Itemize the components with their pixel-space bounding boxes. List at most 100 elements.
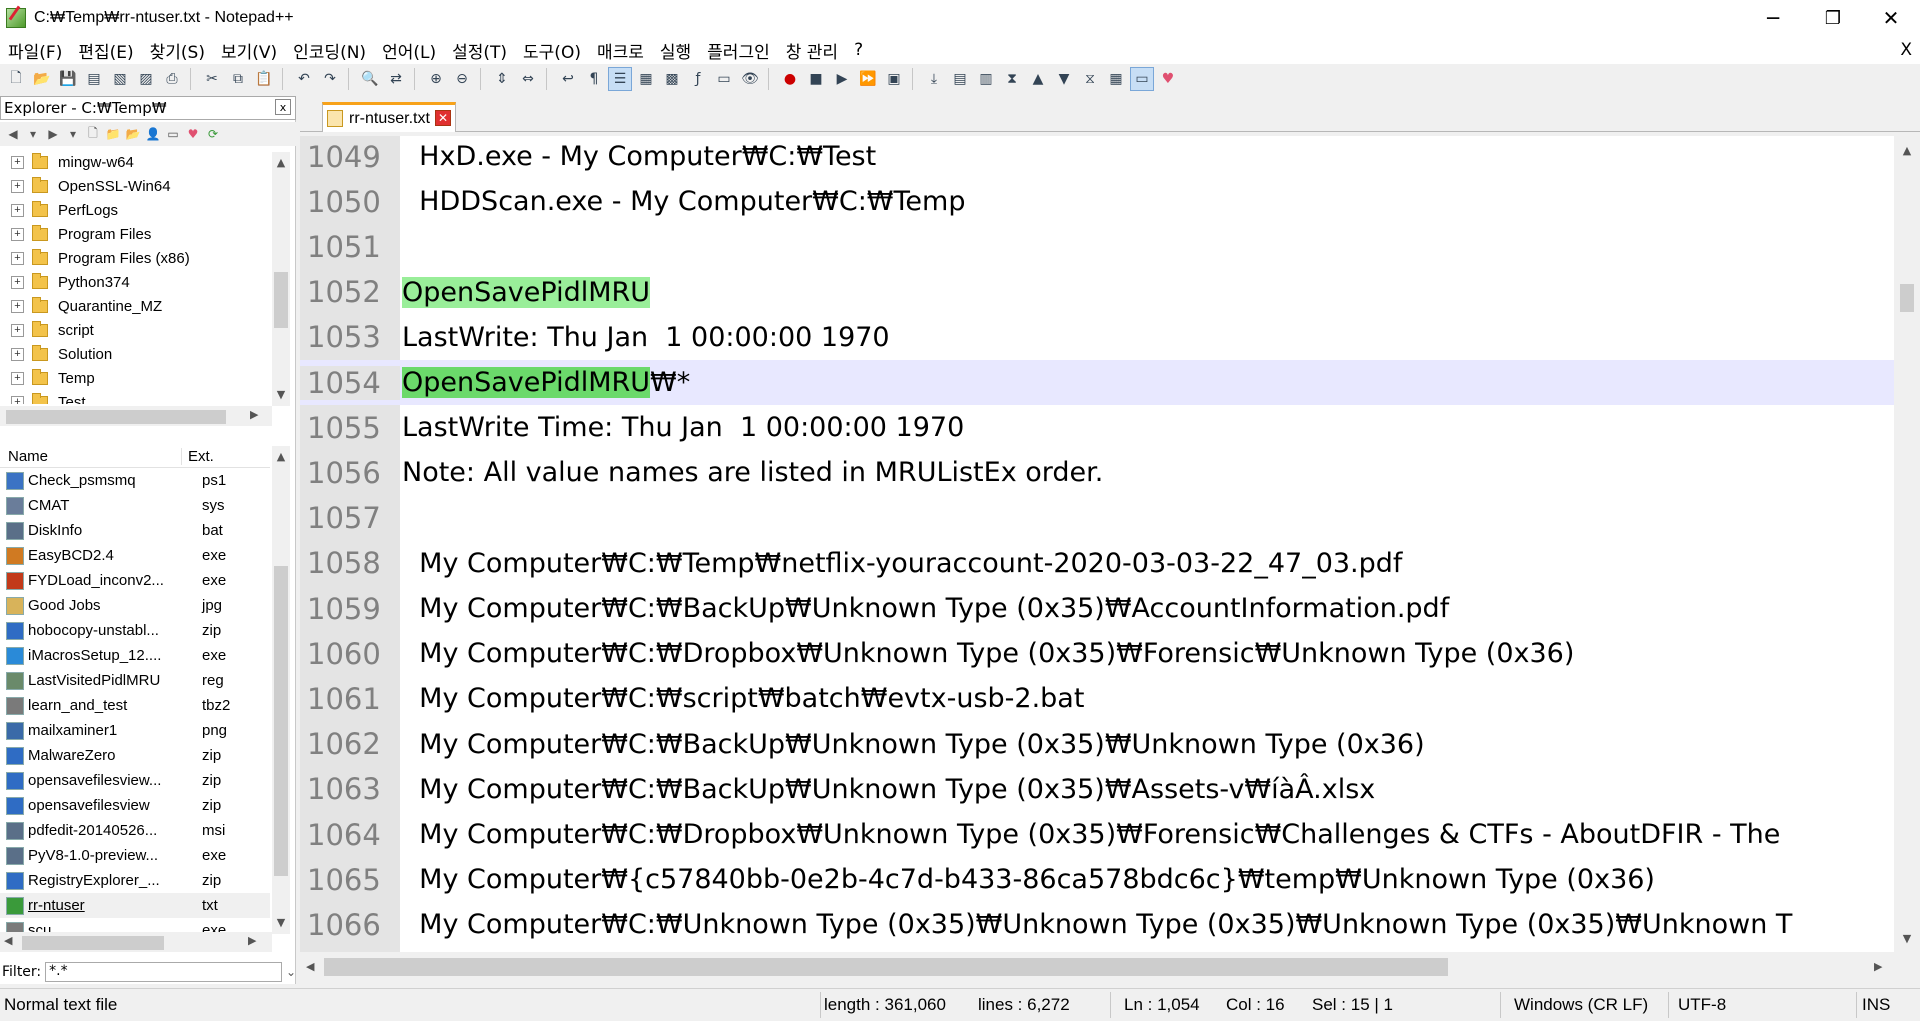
down-arrow-icon[interactable]: ▼ (1052, 67, 1076, 91)
file-list-item[interactable]: scu exe (0, 918, 270, 932)
editor-line[interactable]: 1059 My Computer₩C:₩BackUp₩Unknown Type … (300, 586, 1894, 631)
plugin-icon-5[interactable]: ⧖ (1078, 67, 1102, 91)
tree-item[interactable]: + Python374 (0, 270, 270, 294)
undo-icon[interactable]: ↶ (292, 67, 316, 91)
file-list-item[interactable]: iMacrosSetup_12.... exe (0, 643, 270, 668)
scrollbar-thumb[interactable] (274, 272, 288, 328)
filter-dropdown-icon[interactable]: ⌄ (286, 965, 296, 979)
file-list-item[interactable]: Good Jobs jpg (0, 593, 270, 618)
plugin-icon-2[interactable]: ▤ (948, 67, 972, 91)
file-list-item[interactable]: pdfedit-20140526... msi (0, 818, 270, 843)
up-arrow-icon[interactable]: ▲ (1026, 67, 1050, 91)
function-list-icon[interactable]: ƒ (686, 67, 710, 91)
filter-input[interactable]: *.* (45, 962, 282, 982)
expand-icon[interactable]: + (11, 251, 24, 265)
editor-line[interactable]: 1061 My Computer₩C:₩script₩batch₩evtx-us… (300, 676, 1894, 721)
editor-horizontal-scrollbar[interactable]: ◀ ▶ (300, 952, 1894, 982)
plugin-icon-1[interactable]: ⤓ (922, 67, 946, 91)
menu-file[interactable]: 파일(F) (0, 38, 70, 63)
tab-rr-ntuser[interactable]: rr-ntuser.txt ✕ (322, 102, 456, 132)
new-file-icon[interactable]: 🗋 (4, 67, 28, 91)
save-icon[interactable]: 💾 (56, 67, 80, 91)
tree-item[interactable]: + OpenSSL-Win64 (0, 174, 270, 198)
scroll-right-icon[interactable]: ▶ (1874, 960, 1882, 973)
file-list-item[interactable]: LastVisitedPidlMRU reg (0, 668, 270, 693)
save-macro-icon[interactable]: ▣ (882, 67, 906, 91)
editor-area[interactable]: 1049 HxD.exe - My Computer₩C:₩Test 1050 H… (300, 136, 1894, 952)
save-all-icon[interactable]: ▤ (82, 67, 106, 91)
editor-line[interactable]: 1052 OpenSavePidlMRU (300, 270, 1894, 315)
new-folder-icon[interactable]: 📁 (104, 125, 122, 143)
scroll-down-icon[interactable]: ▼ (272, 912, 290, 932)
file-list-item[interactable]: hobocopy-unstabl... zip (0, 618, 270, 643)
expand-icon[interactable]: + (11, 323, 24, 337)
column-ext[interactable]: Ext. (182, 448, 214, 465)
file-list-item[interactable]: EasyBCD2.4 exe (0, 543, 270, 568)
editor-line[interactable]: 1064 My Computer₩C:₩Dropbox₩Unknown Type… (300, 812, 1894, 857)
restore-button[interactable]: ❐ (1804, 0, 1862, 36)
tree-item[interactable]: + Program Files (0, 222, 270, 246)
file-list-item[interactable]: CMAT sys (0, 493, 270, 518)
file-list-horizontal-scrollbar[interactable]: ◀ ▶ (0, 932, 272, 952)
zoom-in-icon[interactable]: ⊕ (424, 67, 448, 91)
file-list-item[interactable]: Check_psmsmq ps1 (0, 468, 270, 493)
status-eol[interactable]: Windows (CR LF) (1514, 989, 1648, 1021)
editor-line[interactable]: 1050 HDDScan.exe - My Computer₩C:₩Temp (300, 179, 1894, 224)
word-wrap-icon[interactable]: ↩ (556, 67, 580, 91)
redo-icon[interactable]: ↷ (318, 67, 342, 91)
close-file-icon[interactable]: ▧ (108, 67, 132, 91)
file-list-item[interactable]: learn_and_test tbz2 (0, 693, 270, 718)
open-file-icon[interactable]: 📂 (30, 67, 54, 91)
scrollbar-thumb[interactable] (1900, 284, 1914, 312)
tree-item[interactable]: + mingw-w64 (0, 152, 270, 174)
sync-horizontal-icon[interactable]: ⇔ (516, 67, 540, 91)
scrollbar-thumb[interactable] (324, 958, 1448, 976)
folder-workspace-icon[interactable]: ▭ (712, 67, 736, 91)
expand-icon[interactable]: + (11, 203, 24, 217)
file-list-item[interactable]: MalwareZero zip (0, 743, 270, 768)
expand-icon[interactable]: + (11, 395, 24, 404)
doc-map-icon[interactable]: ▩ (660, 67, 684, 91)
find-in-files-icon[interactable]: ▭ (164, 125, 182, 143)
editor-line[interactable]: 1049 HxD.exe - My Computer₩C:₩Test (300, 136, 1894, 179)
menu-search[interactable]: 찾기(S) (142, 38, 213, 63)
file-list-vertical-scrollbar[interactable]: ▲ ▼ (272, 446, 290, 934)
status-encoding[interactable]: UTF-8 (1678, 989, 1726, 1021)
tree-vertical-scrollbar[interactable]: ▲ ▼ (272, 152, 290, 406)
file-list-item[interactable]: rr-ntuser txt (0, 893, 270, 918)
editor-vertical-scrollbar[interactable]: ▲ ▼ (1894, 136, 1920, 952)
zoom-out-icon[interactable]: ⊖ (450, 67, 474, 91)
editor-line[interactable]: 1051 (300, 224, 1894, 269)
expand-icon[interactable]: + (11, 227, 24, 241)
tree-item[interactable]: + Program Files (x86) (0, 246, 270, 270)
tree-item[interactable]: + script (0, 318, 270, 342)
editor-line[interactable]: 1065 My Computer₩{c57840bb-0e2b-4c7d-b43… (300, 857, 1894, 902)
menu-help[interactable]: ? (846, 40, 871, 60)
scroll-left-icon[interactable]: ◀ (4, 934, 12, 947)
explorer-close-button[interactable]: x (275, 99, 291, 115)
plugin-icon-4[interactable]: ⧗ (1000, 67, 1024, 91)
forward-icon[interactable]: ▶ (44, 125, 62, 143)
explorer-toggle-icon[interactable]: ▭ (1130, 67, 1154, 91)
user-folder-icon[interactable]: 👤 (144, 125, 162, 143)
indent-guide-icon[interactable]: ☰ (608, 67, 632, 91)
scroll-down-icon[interactable]: ▼ (272, 384, 290, 404)
menu-settings[interactable]: 설정(T) (444, 38, 515, 63)
tree-horizontal-scrollbar[interactable]: ▶ (0, 406, 272, 426)
editor-line[interactable]: 1060 My Computer₩C:₩Dropbox₩Unknown Type… (300, 631, 1894, 676)
menu-language[interactable]: 언어(L) (374, 38, 444, 63)
stop-macro-icon[interactable]: ■ (804, 67, 828, 91)
scroll-right-icon[interactable]: ▶ (248, 934, 256, 947)
print-icon[interactable]: ⎙ (160, 67, 184, 91)
file-list-item[interactable]: FYDLoad_inconv2... exe (0, 568, 270, 593)
file-list-item[interactable]: PyV8-1.0-preview... exe (0, 843, 270, 868)
file-list-item[interactable]: mailxaminer1 png (0, 718, 270, 743)
paste-icon[interactable]: 📋 (252, 67, 276, 91)
file-list-item[interactable]: opensavefilesview zip (0, 793, 270, 818)
scroll-down-icon[interactable]: ▼ (1894, 928, 1920, 948)
file-list-item[interactable]: RegistryExplorer_... zip (0, 868, 270, 893)
scrollbar-thumb[interactable] (274, 566, 288, 876)
close-window-button[interactable]: ✕ (1862, 0, 1920, 36)
monitoring-icon[interactable]: 👁 (738, 67, 762, 91)
favorite-heart-icon[interactable]: ♥ (1156, 67, 1180, 91)
